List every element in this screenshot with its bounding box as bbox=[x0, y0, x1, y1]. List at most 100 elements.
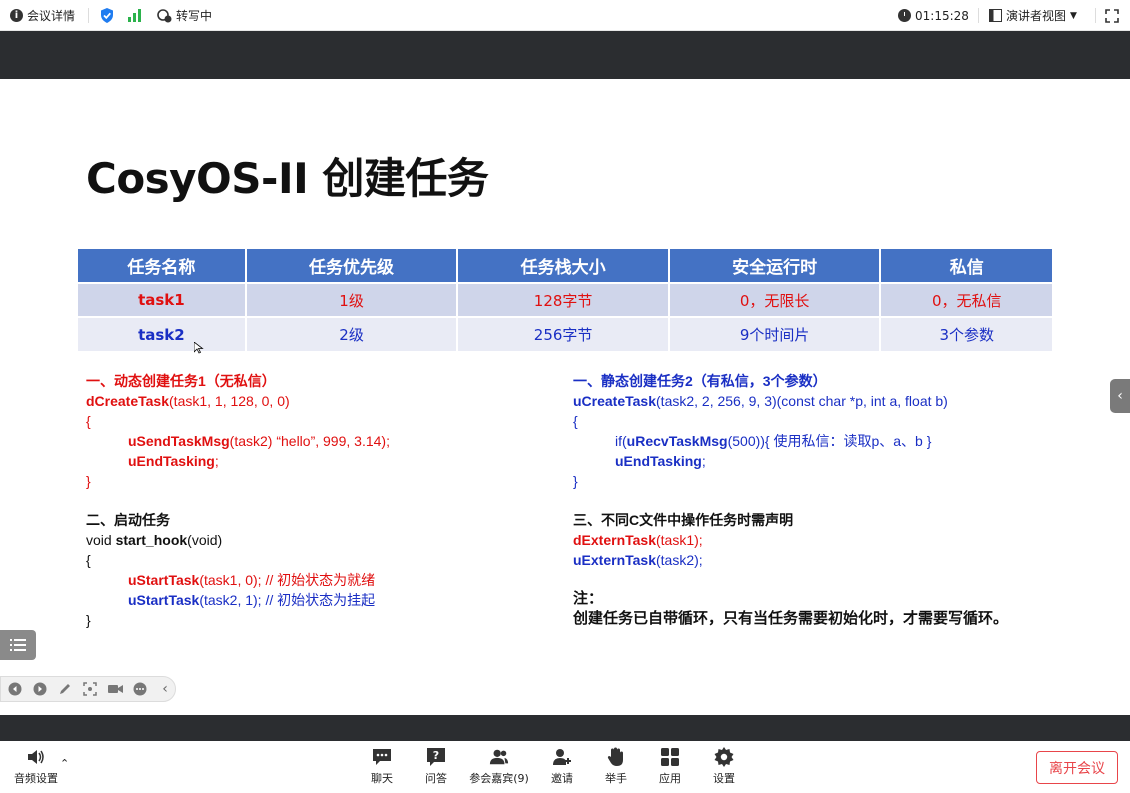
leave-meeting-button[interactable]: 离开会议 bbox=[1036, 751, 1118, 784]
transcribing-status[interactable]: 转写中 bbox=[157, 0, 212, 31]
code-text: (task1); bbox=[656, 532, 703, 548]
table-cell: 0，无限长 bbox=[668, 282, 882, 317]
transcribe-icon bbox=[157, 8, 172, 22]
function-name: uStartTask bbox=[128, 572, 200, 588]
table-header: 安全运行时 bbox=[668, 249, 882, 283]
audio-settings-label: 音频设置 bbox=[14, 772, 58, 785]
settings-button[interactable]: 设置 bbox=[701, 747, 747, 786]
code-line: dExternTask(task1); bbox=[573, 530, 793, 550]
fullscreen-button[interactable] bbox=[1105, 0, 1119, 31]
apps-button[interactable]: 应用 bbox=[647, 747, 693, 786]
question-icon: ? bbox=[426, 747, 446, 767]
code-text: void bbox=[86, 532, 116, 548]
clock-icon bbox=[898, 9, 911, 22]
code-text: (task1, 1, 128, 0, 0) bbox=[169, 393, 290, 409]
settings-label: 设置 bbox=[713, 772, 735, 785]
function-name: uEndTasking bbox=[615, 453, 702, 469]
people-icon bbox=[489, 747, 509, 767]
security-shield-button[interactable] bbox=[100, 0, 114, 31]
slide-list-button[interactable] bbox=[0, 630, 36, 660]
divider bbox=[978, 8, 979, 23]
chat-icon bbox=[372, 747, 392, 767]
code-line: dCreateTask(task1, 1, 128, 0, 0) bbox=[86, 391, 390, 411]
apps-grid-icon bbox=[660, 747, 680, 767]
meeting-info-button[interactable]: i 会议详情 bbox=[10, 0, 75, 31]
info-icon: i bbox=[10, 9, 23, 22]
table-header: 任务优先级 bbox=[245, 249, 459, 283]
slide-title: CosyOS-II 创建任务 bbox=[86, 154, 489, 203]
section-heading: 二、启动任务 bbox=[86, 512, 170, 528]
table-row: task1 1级 128字节 0，无限长 0，无私信 bbox=[78, 282, 1052, 317]
collapse-toolbar-icon[interactable]: ‹ bbox=[157, 681, 173, 697]
previous-icon[interactable] bbox=[7, 681, 23, 697]
chevron-left-icon: ‹ bbox=[1117, 388, 1123, 404]
code-text: (task2); bbox=[656, 552, 703, 568]
layout-icon bbox=[989, 9, 1002, 22]
code-brace: { bbox=[573, 413, 578, 429]
qa-button[interactable]: ? 问答 bbox=[413, 747, 459, 786]
code-text: (void) bbox=[187, 532, 223, 548]
pen-icon[interactable] bbox=[57, 681, 73, 697]
table-row: task2 2级 256字节 9个时间片 3个参数 bbox=[78, 316, 1052, 351]
side-panel-toggle[interactable]: ‹ bbox=[1110, 379, 1130, 413]
bottom-control-bar: 音频设置 ⌃ 聊天 ? 问答 参会嘉宾(9) 邀请 举手 应用 设置 离开会议 bbox=[0, 741, 1130, 793]
view-mode-label: 演讲者视图 bbox=[1006, 9, 1067, 23]
invite-user-icon bbox=[552, 747, 572, 767]
next-icon[interactable] bbox=[32, 681, 48, 697]
shield-icon bbox=[101, 8, 113, 23]
function-name: uEndTasking bbox=[128, 453, 215, 469]
chat-button[interactable]: 聊天 bbox=[359, 747, 405, 786]
invite-button[interactable]: 邀请 bbox=[539, 747, 585, 786]
transcribing-label: 转写中 bbox=[176, 9, 213, 23]
participants-button[interactable]: 参会嘉宾(9) bbox=[468, 747, 530, 786]
static-create-code-block: 一、静态创建任务2（有私信，3个参数） uCreateTask(task2, 2… bbox=[573, 371, 948, 491]
signal-bars-icon bbox=[128, 9, 141, 22]
table-cell: 1级 bbox=[245, 282, 459, 317]
code-text: (task1, 0); // 初始状态为就绪 bbox=[199, 572, 376, 588]
function-name: uStartTask bbox=[128, 592, 200, 608]
meeting-timer: 01:15:28 bbox=[898, 0, 969, 31]
camera-icon[interactable] bbox=[107, 681, 123, 697]
code-brace: } bbox=[86, 612, 91, 628]
function-name: dExternTask bbox=[573, 532, 656, 548]
screenshot-icon[interactable] bbox=[82, 681, 98, 697]
gear-icon bbox=[714, 747, 734, 767]
divider bbox=[1095, 8, 1096, 23]
video-top-band bbox=[0, 31, 1130, 79]
code-line: void start_hook(void) bbox=[86, 530, 375, 550]
dynamic-create-code-block: 一、动态创建任务1（无私信） dCreateTask(task1, 1, 128… bbox=[86, 371, 390, 491]
function-name: start_hook bbox=[115, 532, 188, 548]
function-name: uSendTaskMsg bbox=[128, 433, 230, 449]
svg-text:?: ? bbox=[433, 749, 439, 762]
code-brace: } bbox=[573, 473, 578, 489]
code-line: uEndTasking; bbox=[573, 451, 948, 471]
presentation-toolbar: ‹ bbox=[0, 676, 176, 702]
more-icon[interactable] bbox=[132, 681, 148, 697]
chevron-up-icon[interactable]: ⌃ bbox=[60, 757, 69, 770]
code-brace: { bbox=[86, 552, 91, 568]
chevron-down-icon: ▼ bbox=[1070, 10, 1077, 21]
participants-label: 参会嘉宾(9) bbox=[469, 772, 529, 785]
apps-label: 应用 bbox=[659, 772, 681, 785]
extern-decl-code-block: 三、不同C文件中操作任务时需声明 dExternTask(task1); uEx… bbox=[573, 510, 793, 570]
code-line: uStartTask(task1, 0); // 初始状态为就绪 bbox=[86, 570, 375, 590]
divider bbox=[88, 8, 89, 23]
meeting-info-label: 会议详情 bbox=[27, 9, 76, 23]
raise-hand-button[interactable]: 举手 bbox=[593, 747, 639, 786]
top-bar: i 会议详情 转写中 01:15:28 演讲者视图 ▼ bbox=[0, 0, 1130, 31]
network-signal-button[interactable] bbox=[128, 0, 142, 31]
start-task-code-block: 二、启动任务 void start_hook(void) { uStartTas… bbox=[86, 510, 375, 630]
section-heading: 一、动态创建任务1（无私信） bbox=[86, 373, 276, 389]
code-text: ; bbox=[701, 453, 706, 469]
audio-settings-button[interactable]: 音频设置 bbox=[12, 747, 60, 786]
view-mode-dropdown[interactable]: 演讲者视图 ▼ bbox=[989, 0, 1077, 31]
chat-label: 聊天 bbox=[371, 772, 393, 785]
code-text: (task2, 2, 256, 9, 3)(const char *p, int… bbox=[656, 393, 948, 409]
function-name: uCreateTask bbox=[573, 393, 657, 409]
table-header: 任务名称 bbox=[78, 249, 247, 283]
table-cell: 2级 bbox=[245, 316, 459, 351]
code-line: uSendTaskMsg(task2) “hello”, 999, 3.14); bbox=[86, 431, 390, 451]
mouse-cursor-icon bbox=[194, 342, 204, 354]
fullscreen-icon bbox=[1105, 8, 1119, 23]
table-cell: 128字节 bbox=[457, 282, 670, 317]
